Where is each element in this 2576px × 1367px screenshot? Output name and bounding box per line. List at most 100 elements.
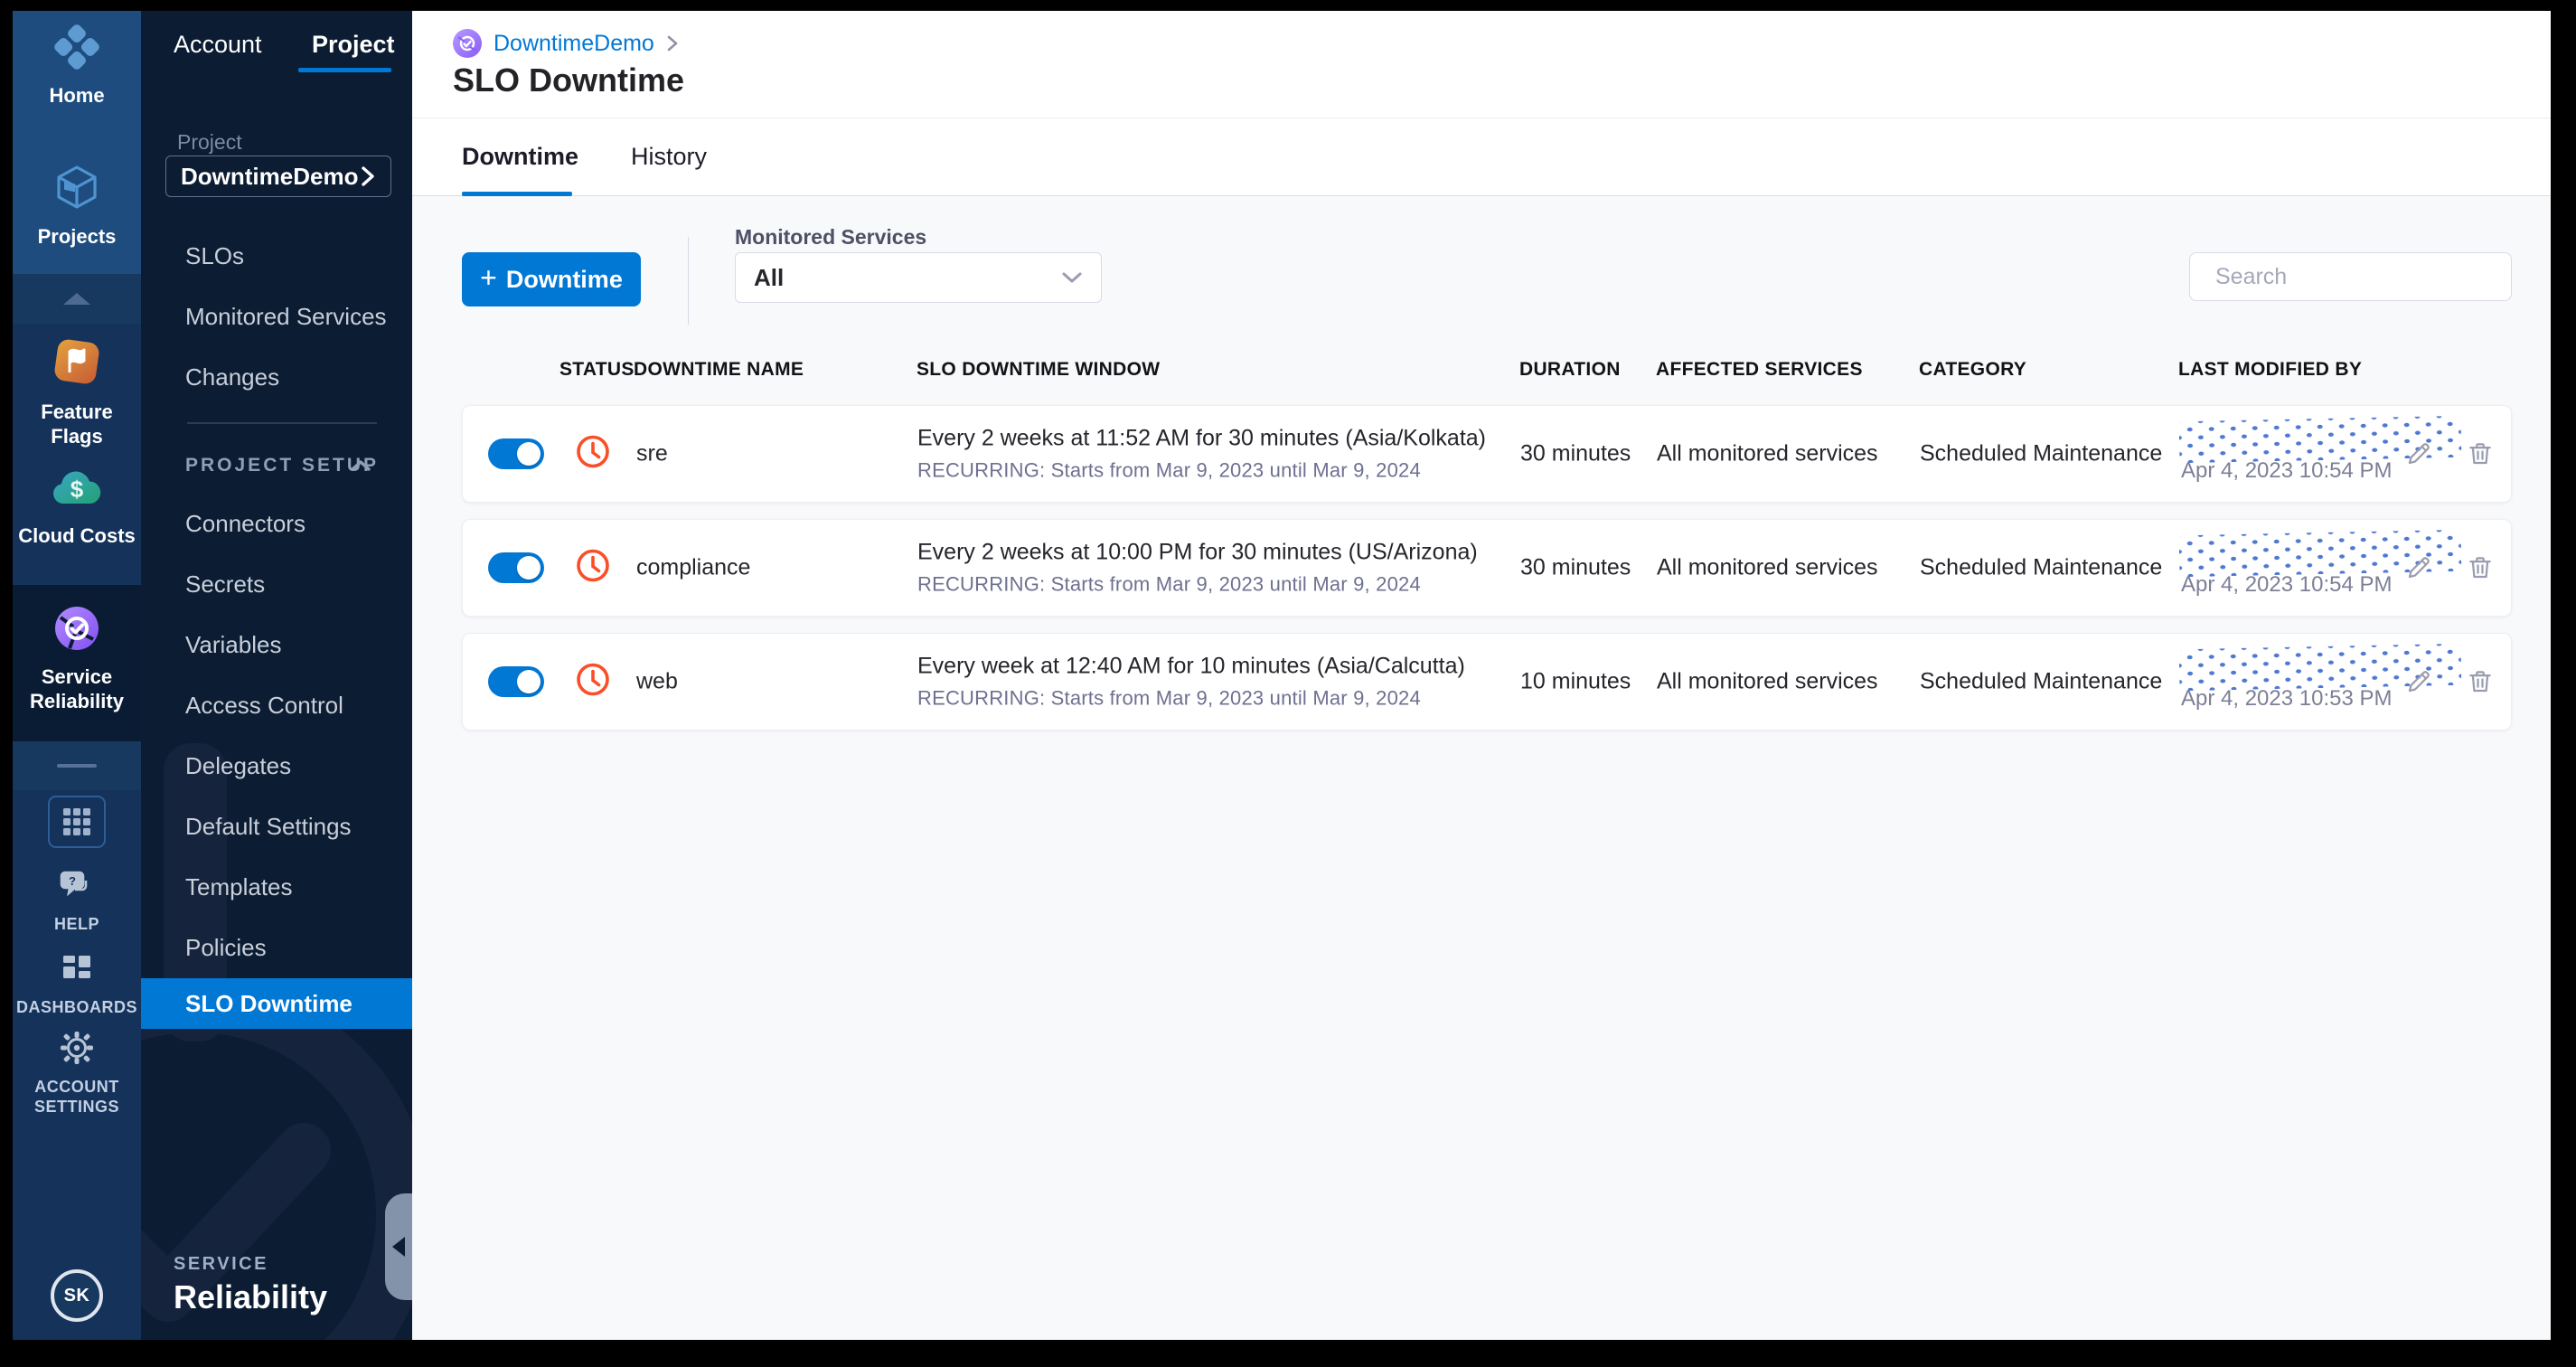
affected-services: All monitored services — [1657, 440, 1878, 467]
sidebar-item-help[interactable]: ? HELP — [13, 870, 141, 934]
sidebar-item-cloud-costs[interactable]: $ Cloud Costs — [13, 466, 141, 548]
module-launcher-button[interactable] — [48, 796, 106, 848]
window-schedule: Every 2 weeks at 11:52 AM for 30 minutes… — [917, 425, 1486, 451]
sidebar-item-policies[interactable]: Policies — [141, 918, 412, 978]
window-recurrence: RECURRING: Starts from Mar 9, 2023 until… — [917, 572, 1421, 596]
search-input[interactable] — [2215, 263, 2506, 290]
tab-account[interactable]: Account — [174, 31, 262, 59]
status-toggle[interactable] — [488, 438, 544, 469]
chevron-right-icon — [667, 35, 678, 52]
window-recurrence: RECURRING: Starts from Mar 9, 2023 until… — [917, 458, 1421, 482]
window-schedule: Every 2 weeks at 10:00 PM for 30 minutes… — [917, 539, 1478, 565]
sidebar-item-delegates[interactable]: Delegates — [141, 736, 412, 797]
page-header: DowntimeDemo SLO Downtime — [412, 11, 2551, 118]
sidebar-item-projects[interactable]: Projects — [13, 163, 141, 249]
status-toggle[interactable] — [488, 666, 544, 697]
nav-collapse-strip[interactable] — [13, 274, 141, 324]
edit-icon[interactable] — [2405, 440, 2432, 472]
last-modified-timestamp: Apr 4, 2023 10:54 PM — [2181, 458, 2393, 483]
svg-text:$: $ — [71, 476, 84, 503]
chevron-up-icon — [63, 293, 90, 305]
toggle-knob — [517, 442, 541, 466]
gear-icon — [60, 1031, 94, 1070]
delete-icon[interactable] — [2467, 668, 2494, 700]
breadcrumb-project-link[interactable]: DowntimeDemo — [494, 31, 654, 57]
project-setup-header[interactable]: PROJECT SETUP — [141, 438, 412, 494]
column-header-duration: DURATION — [1519, 359, 1621, 380]
svg-text:?: ? — [69, 874, 76, 888]
sidebar-item-home[interactable]: Home — [13, 24, 141, 108]
recurring-clock-icon — [575, 548, 611, 589]
sidebar-item-templates[interactable]: Templates — [141, 857, 412, 918]
page-body: + Downtime Monitored Services All STATUS… — [412, 196, 2551, 1340]
sidebar-collapse-button[interactable] — [385, 1193, 412, 1300]
last-modified-timestamp: Apr 4, 2023 10:54 PM — [2181, 572, 2393, 597]
plus-icon: + — [480, 261, 497, 294]
chevron-right-icon — [362, 166, 374, 186]
column-header-modified: LAST MODIFIED BY — [2178, 359, 2363, 380]
sidebar-item-slos[interactable]: SLOs — [141, 226, 412, 287]
toggle-knob — [517, 670, 541, 693]
tab-project[interactable]: Project — [312, 31, 395, 59]
tab-downtime[interactable]: Downtime — [462, 143, 578, 171]
sidebar-item-slo-downtime[interactable]: SLO Downtime — [141, 978, 412, 1029]
tab-history[interactable]: History — [631, 143, 707, 171]
sidebar-item-dashboards[interactable]: DASHBOARDS — [13, 953, 141, 1017]
module-footer: SERVICE Reliability — [174, 1254, 328, 1315]
page-title: SLO Downtime — [453, 61, 685, 99]
feature-flags-icon — [52, 336, 102, 391]
sidebar-item-monitored-services[interactable]: Monitored Services — [141, 287, 412, 347]
sidebar-item-feature-flags[interactable]: Feature Flags — [13, 336, 141, 448]
affected-services: All monitored services — [1657, 668, 1878, 694]
category: Scheduled Maintenance — [1920, 440, 2163, 467]
toolbar-divider — [688, 237, 689, 325]
recurring-clock-icon — [575, 434, 611, 475]
secondary-sidebar: Account Project Project DowntimeDemo SLO… — [141, 11, 412, 1340]
monitored-services-dropdown[interactable]: All — [735, 252, 1102, 303]
duration: 10 minutes — [1520, 668, 1631, 694]
sidebar-item-connectors[interactable]: Connectors — [141, 494, 412, 554]
table-row: compliance Every 2 weeks at 10:00 PM for… — [462, 519, 2512, 617]
divider-dash — [57, 764, 97, 768]
sidebar-item-secrets[interactable]: Secrets — [141, 554, 412, 615]
project-field-label: Project — [177, 130, 242, 154]
sidebar-item-service-reliability[interactable]: Service Reliability — [13, 603, 141, 713]
chevron-down-icon — [1062, 272, 1082, 283]
column-header-category: CATEGORY — [1919, 359, 2027, 380]
recurring-clock-icon — [575, 662, 611, 702]
new-downtime-button[interactable]: + Downtime — [462, 252, 641, 306]
table-row: sre Every 2 weeks at 11:52 AM for 30 min… — [462, 405, 2512, 503]
dashboards-icon — [61, 953, 93, 990]
last-modified-cell: Apr 4, 2023 10:54 PM — [2178, 520, 2513, 616]
status-toggle[interactable] — [488, 552, 544, 583]
column-header-window: SLO DOWNTIME WINDOW — [917, 359, 1161, 380]
edit-icon[interactable] — [2405, 668, 2432, 700]
delete-icon[interactable] — [2467, 440, 2494, 472]
menu-divider — [141, 415, 412, 430]
sidebar-item-default-settings[interactable]: Default Settings — [141, 797, 412, 857]
project-avatar-icon — [453, 29, 482, 58]
sidebar-item-access-control[interactable]: Access Control — [141, 675, 412, 736]
column-header-status: STATUS — [559, 359, 635, 380]
downtime-window: Every 2 weeks at 11:52 AM for 30 minutes… — [917, 426, 1486, 483]
sidebar-item-account-settings[interactable]: ACCOUNT SETTINGS — [13, 1031, 141, 1117]
sidebar-item-changes[interactable]: Changes — [141, 347, 412, 408]
project-selector[interactable]: DowntimeDemo — [165, 156, 391, 197]
window-recurrence: RECURRING: Starts from Mar 9, 2023 until… — [917, 686, 1421, 710]
last-modified-timestamp: Apr 4, 2023 10:53 PM — [2181, 686, 2393, 711]
service-reliability-icon — [52, 603, 102, 658]
last-modified-cell: Apr 4, 2023 10:54 PM — [2178, 406, 2513, 502]
monitored-services-label: Monitored Services — [735, 225, 927, 249]
table-row: web Every week at 12:40 AM for 10 minute… — [462, 633, 2512, 731]
sidebar-item-variables[interactable]: Variables — [141, 615, 412, 675]
grid-icon — [63, 808, 90, 835]
downtime-name: compliance — [636, 554, 751, 580]
affected-services: All monitored services — [1657, 554, 1878, 580]
delete-icon[interactable] — [2467, 554, 2494, 586]
search-box — [2189, 252, 2512, 301]
user-avatar[interactable]: SK — [51, 1269, 103, 1322]
projects-icon — [52, 163, 101, 216]
edit-icon[interactable] — [2405, 554, 2432, 586]
home-icon — [53, 24, 100, 75]
last-modified-cell: Apr 4, 2023 10:53 PM — [2178, 634, 2513, 730]
